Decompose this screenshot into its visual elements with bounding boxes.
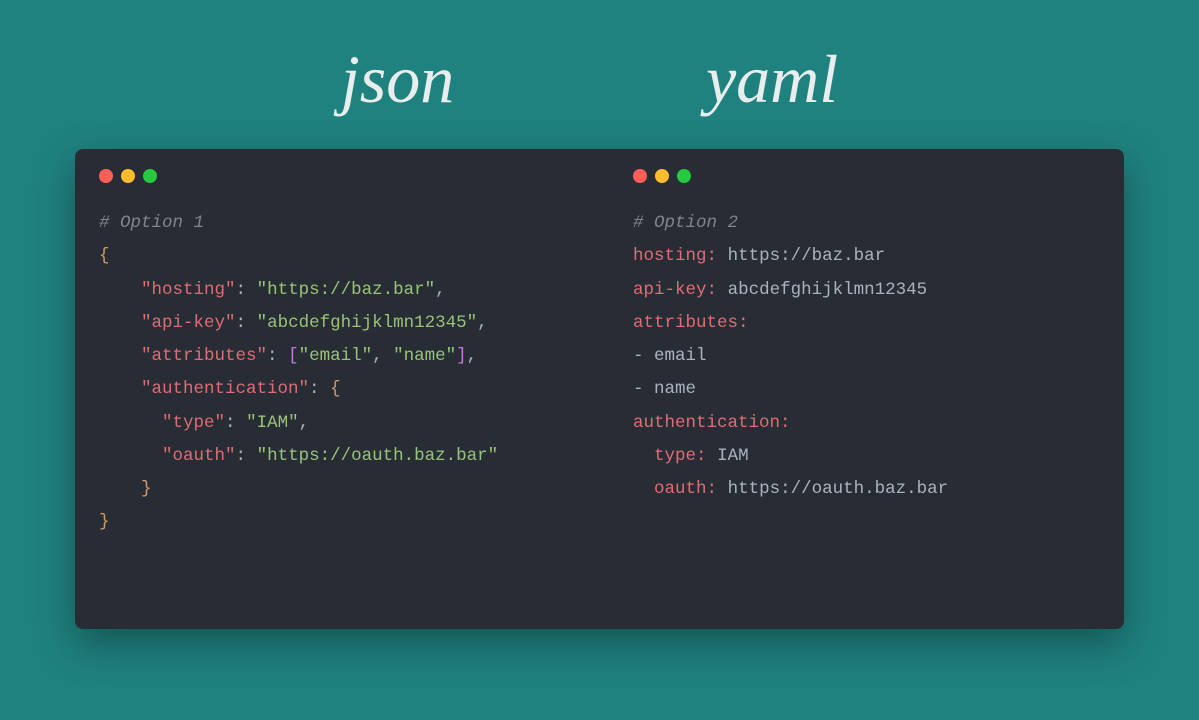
yaml-comment: # Option 2	[633, 213, 738, 233]
comma: ,	[372, 346, 383, 366]
indent	[99, 413, 162, 433]
comma: ,	[467, 346, 478, 366]
json-attr-name: "name"	[393, 346, 456, 366]
colon: :	[267, 346, 278, 366]
indent	[99, 346, 141, 366]
headings-row: json yaml	[0, 0, 1199, 149]
colon: :	[236, 280, 247, 300]
json-val-apikey: "abcdefghijklmn12345"	[257, 313, 478, 333]
yaml-val-hosting: https://baz.bar	[728, 246, 886, 266]
json-key-oauth: "oauth"	[162, 446, 236, 466]
json-key-hosting: "hosting"	[141, 280, 236, 300]
yaml-val-apikey: abcdefghijklmn12345	[728, 280, 928, 300]
json-attr-email: "email"	[299, 346, 373, 366]
json-code: # Option 1 { "hosting": "https://baz.bar…	[99, 207, 585, 540]
yaml-key-attributes: attributes:	[633, 313, 749, 333]
bracket-close: ]	[456, 346, 467, 366]
json-key-type: "type"	[162, 413, 225, 433]
window-controls-right	[633, 169, 1100, 183]
close-brace: }	[99, 512, 110, 532]
json-key-auth: "authentication"	[141, 379, 309, 399]
yaml-code: # Option 2 hosting: https://baz.bar api-…	[633, 207, 1100, 506]
maximize-icon	[677, 169, 691, 183]
close-icon	[99, 169, 113, 183]
indent	[99, 479, 141, 499]
comma: ,	[435, 280, 446, 300]
json-val-oauth: "https://oauth.baz.bar"	[257, 446, 499, 466]
indent	[633, 446, 654, 466]
yaml-attr-name: name	[654, 379, 696, 399]
comma: ,	[299, 413, 310, 433]
dash: -	[633, 346, 654, 366]
code-window: # Option 1 { "hosting": "https://baz.bar…	[75, 149, 1124, 629]
json-comment: # Option 1	[99, 213, 204, 233]
close-icon	[633, 169, 647, 183]
minimize-icon	[121, 169, 135, 183]
minimize-icon	[655, 169, 669, 183]
indent	[99, 379, 141, 399]
yaml-key-apikey: api-key:	[633, 280, 717, 300]
yaml-panel: # Option 2 hosting: https://baz.bar api-…	[609, 149, 1124, 629]
indent	[99, 446, 162, 466]
json-val-hosting: "https://baz.bar"	[257, 280, 436, 300]
yaml-heading: yaml	[706, 40, 838, 119]
auth-open-brace: {	[330, 379, 341, 399]
colon: :	[236, 313, 247, 333]
json-panel: # Option 1 { "hosting": "https://baz.bar…	[75, 149, 609, 629]
colon: :	[309, 379, 320, 399]
yaml-key-type: type:	[654, 446, 707, 466]
indent	[633, 479, 654, 499]
colon: :	[225, 413, 236, 433]
yaml-key-oauth: oauth:	[654, 479, 717, 499]
bracket-open: [	[288, 346, 299, 366]
yaml-val-oauth: https://oauth.baz.bar	[728, 479, 949, 499]
yaml-key-auth: authentication:	[633, 413, 791, 433]
json-heading: json	[341, 40, 454, 119]
json-key-attributes: "attributes"	[141, 346, 267, 366]
json-key-apikey: "api-key"	[141, 313, 236, 333]
open-brace: {	[99, 246, 110, 266]
indent	[99, 280, 141, 300]
window-controls-left	[99, 169, 585, 183]
yaml-val-type: IAM	[717, 446, 749, 466]
indent	[99, 313, 141, 333]
colon: :	[236, 446, 247, 466]
yaml-attr-email: email	[654, 346, 707, 366]
comma: ,	[477, 313, 488, 333]
json-val-type: "IAM"	[246, 413, 299, 433]
auth-close-brace: }	[141, 479, 152, 499]
dash: -	[633, 379, 654, 399]
maximize-icon	[143, 169, 157, 183]
yaml-key-hosting: hosting:	[633, 246, 717, 266]
